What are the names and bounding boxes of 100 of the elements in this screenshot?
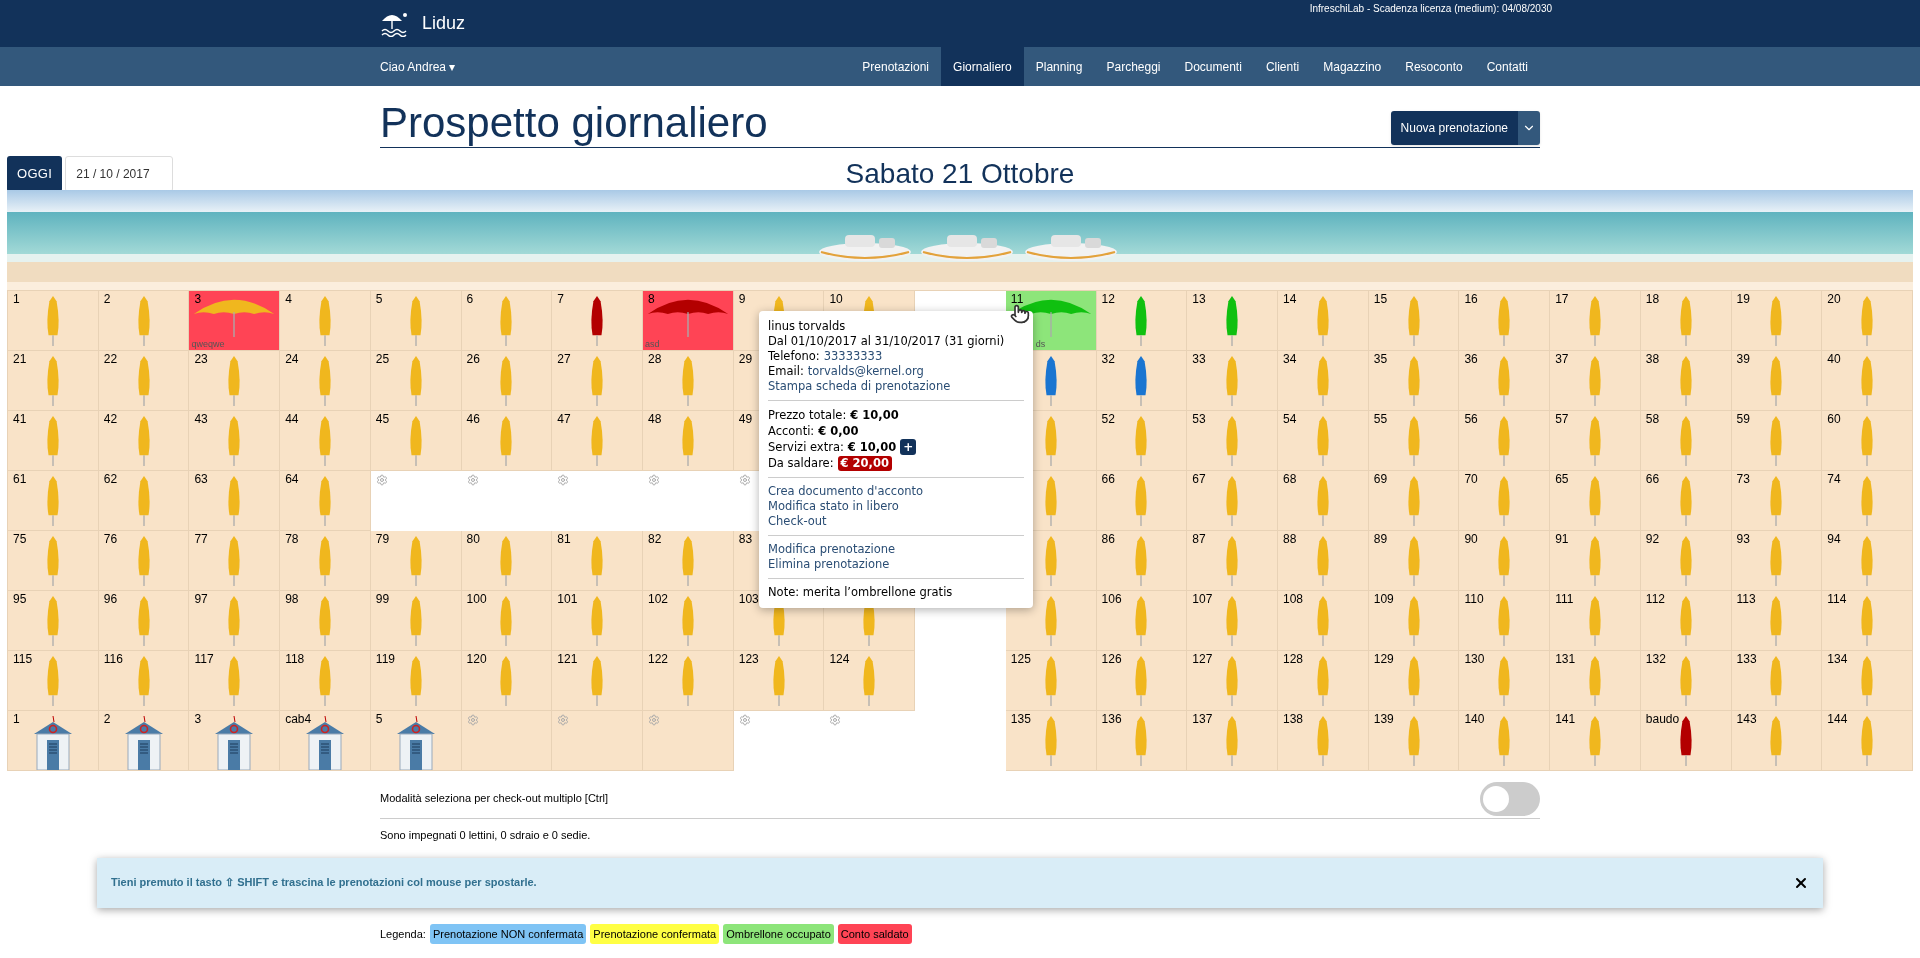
spot-number: 134 bbox=[1827, 652, 1848, 666]
spot-number: 4 bbox=[285, 292, 292, 306]
amount-label: Da saldare: bbox=[768, 455, 834, 471]
spot-number: 32 bbox=[1101, 352, 1115, 366]
spot-number: 69 bbox=[1373, 472, 1388, 486]
spot-number: 1 bbox=[13, 292, 20, 306]
spot-number: 97 bbox=[194, 592, 208, 606]
spot-number: 38 bbox=[1645, 352, 1660, 366]
spot-number: 37 bbox=[1555, 352, 1569, 366]
spot-number: 122 bbox=[648, 652, 669, 666]
spot-number: 137 bbox=[1192, 712, 1213, 726]
spot-number: 65 bbox=[1555, 472, 1569, 486]
spot-number: 133 bbox=[1736, 652, 1757, 666]
spot-number: 86 bbox=[1101, 532, 1115, 546]
spot-number: 67 bbox=[1192, 472, 1206, 486]
spot-number: 48 bbox=[648, 412, 662, 426]
spot-number: 121 bbox=[557, 652, 578, 666]
spot-number: 100 bbox=[466, 592, 487, 606]
legend-tag: Ombrellone occupato bbox=[723, 923, 834, 944]
license-info: InfreschiLab - Scadenza licenza (medium): 04/08/2030 bbox=[1309, 2, 1552, 16]
spot-number: 81 bbox=[557, 532, 571, 546]
spot-number: 14 bbox=[1283, 292, 1297, 306]
spot-number: 107 bbox=[1192, 592, 1213, 606]
spot-number: 34 bbox=[1283, 352, 1297, 366]
spot-number: 19 bbox=[1736, 292, 1750, 306]
spot-number: 94 bbox=[1827, 532, 1841, 546]
amount-value: € 10,00 bbox=[850, 407, 899, 423]
spot-number: 24 bbox=[285, 352, 299, 366]
spot-number: 33 bbox=[1192, 352, 1206, 366]
day-title: Sabato 21 Ottobre bbox=[845, 158, 1075, 190]
spot-number: 118 bbox=[285, 652, 305, 666]
spot-number: 6 bbox=[466, 292, 474, 306]
spot-number: 92 bbox=[1645, 532, 1660, 546]
spot-number: 74 bbox=[1827, 472, 1841, 486]
spot-number: 49 bbox=[738, 412, 753, 426]
spot-number: 54 bbox=[1283, 412, 1297, 426]
spot-number: 13 bbox=[1192, 292, 1206, 306]
spot-number: 117 bbox=[194, 652, 214, 666]
hint-text: Tieni premuto il tasto ⇧ SHIFT e trascina le prenotazioni col mouse per spostarle. bbox=[111, 875, 537, 891]
spot-number: 25 bbox=[375, 352, 390, 366]
spot-number: 3 bbox=[194, 712, 202, 726]
spot-number: 103 bbox=[738, 592, 759, 606]
spot-number: 9 bbox=[738, 292, 746, 306]
spot-number: 8 bbox=[648, 292, 655, 306]
spot-number: 128 bbox=[1283, 652, 1304, 666]
spot-number: 1 bbox=[13, 712, 20, 726]
spot-number: 143 bbox=[1736, 712, 1757, 726]
spot-number: 76 bbox=[103, 532, 118, 546]
spot-number: 11 bbox=[1010, 292, 1024, 306]
booking-name: ds bbox=[1035, 339, 1046, 349]
spot-number: 27 bbox=[557, 352, 571, 366]
customer-name: linus torvalds bbox=[768, 319, 847, 334]
spot-number: 53 bbox=[1192, 412, 1206, 426]
amount-due-badge: € 20,00 bbox=[837, 455, 892, 471]
spot-number: 109 bbox=[1373, 592, 1394, 606]
spot-number: 125 bbox=[1010, 652, 1031, 666]
spot-number: 93 bbox=[1736, 532, 1750, 546]
spot-number: 60 bbox=[1827, 412, 1841, 426]
spot-number: 113 bbox=[1736, 592, 1756, 606]
spot-number: 23 bbox=[194, 352, 208, 366]
spot-number: 56 bbox=[1464, 412, 1478, 426]
spot-number: 18 bbox=[1645, 292, 1660, 306]
spot-number: 46 bbox=[466, 412, 480, 426]
spot-number: 75 bbox=[13, 532, 27, 546]
booking-period: Dal 01/10/2017 al 31/10/2017 (31 giorni) bbox=[768, 334, 1006, 349]
spot-number: 101 bbox=[557, 592, 578, 606]
spot-number: 124 bbox=[829, 652, 850, 666]
spot-number: 91 bbox=[1555, 532, 1569, 546]
spot-number: 88 bbox=[1283, 532, 1297, 546]
spot-number: 78 bbox=[285, 532, 299, 546]
spot-number: 39 bbox=[1736, 352, 1750, 366]
spot-number: 28 bbox=[648, 352, 662, 366]
legend-label: Legenda: bbox=[380, 926, 426, 942]
spot-number: 22 bbox=[103, 352, 118, 366]
spot-number: 66 bbox=[1101, 472, 1115, 486]
spot-number: 140 bbox=[1464, 712, 1485, 726]
spot-number: 110 bbox=[1464, 592, 1484, 606]
spot-number: 139 bbox=[1373, 712, 1394, 726]
spot-number: 2 bbox=[103, 292, 111, 306]
multi-checkout-label: Modalità seleziona per check-out multiplo [Ctrl] bbox=[380, 791, 609, 807]
amount-label: Servizi extra: bbox=[768, 439, 844, 455]
spot-number: 36 bbox=[1464, 352, 1478, 366]
occupancy-text: Sono impegnati 0 lettini, 0 sdraio e 0 sedie. bbox=[380, 828, 592, 843]
spot-number: 26 bbox=[466, 352, 480, 366]
spot-number: 64 bbox=[285, 472, 299, 486]
spot-number: 47 bbox=[557, 412, 571, 426]
spot-number: 7 bbox=[557, 292, 564, 306]
spot-number: 79 bbox=[375, 532, 390, 546]
spot-number: baudo bbox=[1645, 712, 1680, 726]
spot-number: 58 bbox=[1645, 412, 1660, 426]
spot-number: 129 bbox=[1373, 652, 1394, 666]
spot-number: 83 bbox=[738, 532, 753, 546]
spot-number: 106 bbox=[1101, 592, 1122, 606]
spot-number: 131 bbox=[1555, 652, 1576, 666]
spot-number: 112 bbox=[1645, 592, 1665, 606]
spot-number: 135 bbox=[1010, 712, 1031, 726]
spot-number: 55 bbox=[1373, 412, 1388, 426]
spot-number: 116 bbox=[103, 652, 123, 666]
spot-number: 16 bbox=[1464, 292, 1478, 306]
spot-number: 120 bbox=[466, 652, 487, 666]
